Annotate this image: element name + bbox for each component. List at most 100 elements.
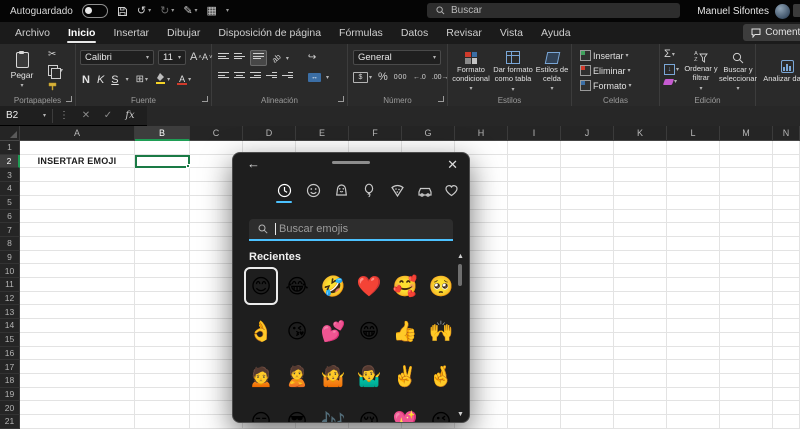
- cell-A16[interactable]: [20, 347, 135, 361]
- cell-I5[interactable]: [508, 196, 561, 210]
- cell-L8[interactable]: [667, 237, 720, 251]
- format-painter-button[interactable]: [48, 81, 63, 91]
- cell-N4[interactable]: [773, 182, 800, 196]
- cell-J3[interactable]: [561, 168, 614, 182]
- cell-I16[interactable]: [508, 347, 561, 361]
- cell-M3[interactable]: [720, 168, 773, 182]
- cell-M17[interactable]: [720, 360, 773, 374]
- cell-N2[interactable]: [773, 155, 800, 169]
- emoji-0[interactable]: 😊: [244, 267, 278, 305]
- save-button[interactable]: [117, 6, 128, 17]
- font-dialog-launcher[interactable]: [202, 96, 208, 102]
- cell-M13[interactable]: [720, 305, 773, 319]
- column-header-J[interactable]: J: [561, 126, 614, 141]
- cell-J16[interactable]: [561, 347, 614, 361]
- emoji-2[interactable]: 🤣: [316, 267, 350, 305]
- cell-N3[interactable]: [773, 168, 800, 182]
- cell-B6[interactable]: [135, 210, 190, 224]
- cell-M8[interactable]: [720, 237, 773, 251]
- emoji-22[interactable]: 💖: [388, 402, 422, 423]
- underline-button[interactable]: S: [111, 74, 118, 86]
- cell-I15[interactable]: [508, 333, 561, 347]
- align-bottom-button[interactable]: [250, 50, 267, 66]
- percent-button[interactable]: %: [378, 72, 388, 83]
- cell-J9[interactable]: [561, 251, 614, 265]
- scroll-thumb[interactable]: [458, 264, 462, 286]
- emoji-20[interactable]: 🎶: [316, 402, 350, 423]
- cell-L6[interactable]: [667, 210, 720, 224]
- cell-M9[interactable]: [720, 251, 773, 265]
- cell-M21[interactable]: [720, 415, 773, 429]
- row-header-9[interactable]: 9: [0, 251, 20, 265]
- emoji-8[interactable]: 💕: [316, 312, 350, 350]
- titlebar-partial-icon[interactable]: [793, 4, 800, 17]
- emoji-15[interactable]: 🤷‍♂️: [352, 357, 386, 395]
- cell-A8[interactable]: [20, 237, 135, 251]
- column-header-E[interactable]: E: [296, 126, 349, 141]
- cell-N10[interactable]: [773, 264, 800, 278]
- cell-M2[interactable]: [720, 155, 773, 169]
- column-header-A[interactable]: A: [20, 126, 135, 141]
- cell-K7[interactable]: [614, 223, 667, 237]
- tab-ayuda[interactable]: Ayuda: [532, 22, 580, 44]
- cell-L10[interactable]: [667, 264, 720, 278]
- category-smileys-icon[interactable]: [302, 182, 324, 204]
- cell-K10[interactable]: [614, 264, 667, 278]
- column-header-B[interactable]: B: [135, 126, 190, 141]
- pen-caret-icon[interactable]: ▾: [195, 8, 198, 14]
- emoji-9[interactable]: 😁: [352, 312, 386, 350]
- cell-B20[interactable]: [135, 401, 190, 415]
- cell-J7[interactable]: [561, 223, 614, 237]
- orientation-caret-icon[interactable]: ▾: [286, 55, 289, 62]
- cell-K17[interactable]: [614, 360, 667, 374]
- cell-A18[interactable]: [20, 374, 135, 388]
- delete-cells-button[interactable]: Eliminar▾: [580, 65, 632, 76]
- cell-J19[interactable]: [561, 388, 614, 402]
- cell-I11[interactable]: [508, 278, 561, 292]
- cell-M12[interactable]: [720, 292, 773, 306]
- tab-archivo[interactable]: Archivo: [6, 22, 59, 44]
- decrease-decimal-button[interactable]: .00→: [432, 74, 449, 81]
- align-right-button[interactable]: [250, 72, 261, 82]
- column-header-C[interactable]: C: [190, 126, 243, 141]
- cell-A14[interactable]: [20, 319, 135, 333]
- cell-B7[interactable]: [135, 223, 190, 237]
- panel-close-icon[interactable]: ✕: [447, 158, 458, 171]
- fill-button[interactable]: ↓▾: [664, 64, 679, 75]
- cell-J20[interactable]: [561, 401, 614, 415]
- cell-I13[interactable]: [508, 305, 561, 319]
- column-header-I[interactable]: I: [508, 126, 561, 141]
- row-header-15[interactable]: 15: [0, 333, 20, 347]
- cell-K19[interactable]: [614, 388, 667, 402]
- cancel-entry-button[interactable]: ✕: [75, 110, 97, 121]
- column-header-L[interactable]: L: [667, 126, 720, 141]
- cell-A9[interactable]: [20, 251, 135, 265]
- cell-J8[interactable]: [561, 237, 614, 251]
- clear-button[interactable]: ▾: [664, 79, 679, 85]
- cell-K1[interactable]: [614, 141, 667, 155]
- merge-center-button[interactable]: ↔: [308, 73, 321, 82]
- cell-J4[interactable]: [561, 182, 614, 196]
- cell-N6[interactable]: [773, 210, 800, 224]
- name-box-options-icon[interactable]: ⋮: [53, 110, 75, 121]
- emoji-1[interactable]: 😂: [280, 267, 314, 305]
- redo-caret-icon[interactable]: ▾: [171, 8, 174, 14]
- tab-insertar[interactable]: Insertar: [104, 22, 158, 44]
- cell-B4[interactable]: [135, 182, 190, 196]
- search-box[interactable]: Buscar: [427, 3, 680, 18]
- cell-L20[interactable]: [667, 401, 720, 415]
- align-middle-button[interactable]: [234, 53, 245, 63]
- cell-K14[interactable]: [614, 319, 667, 333]
- column-header-D[interactable]: D: [243, 126, 296, 141]
- font-color-button[interactable]: A ▾: [177, 75, 191, 85]
- cell-styles-button[interactable]: Estilos de celda ▾: [534, 49, 570, 95]
- cell-K18[interactable]: [614, 374, 667, 388]
- account-area[interactable]: Manuel Sifontes: [697, 0, 790, 22]
- undo-button[interactable]: ↺▾: [137, 6, 151, 17]
- cell-A7[interactable]: [20, 223, 135, 237]
- number-format-combo[interactable]: General▾: [353, 50, 441, 65]
- row-header-20[interactable]: 20: [0, 401, 20, 415]
- cell-B18[interactable]: [135, 374, 190, 388]
- cell-A20[interactable]: [20, 401, 135, 415]
- cell-B21[interactable]: [135, 415, 190, 429]
